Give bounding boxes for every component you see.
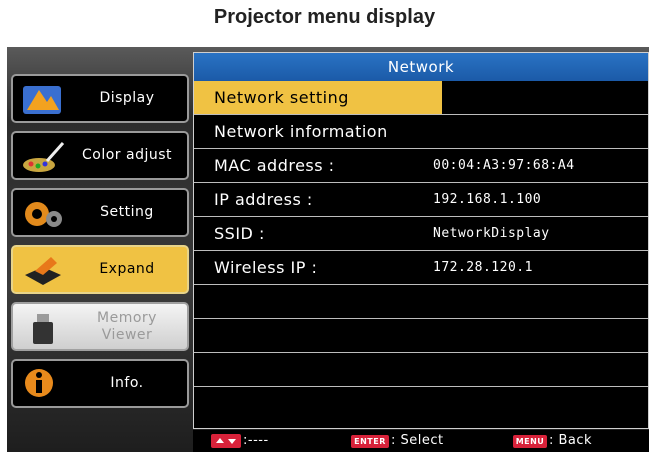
wireless-ip-value: 172.28.120.1 (433, 260, 533, 275)
ssid-value: NetworkDisplay (433, 226, 550, 241)
menu-hint-text: : Back (549, 433, 593, 448)
mac-address-row: MAC address : 00:04:A3:97:68:A4 (194, 149, 648, 183)
expand-icon (25, 257, 61, 285)
info-icon (25, 369, 53, 397)
sidebar-item-expand[interactable]: Expand (11, 245, 189, 294)
color-adjust-icon (23, 142, 65, 172)
network-panel: Network Network setting Network informat… (193, 52, 649, 429)
panel-title: Network (194, 53, 648, 81)
sidebar-item-label: Display (99, 90, 155, 106)
sidebar-item-label: Info. (110, 375, 144, 391)
empty-row (194, 387, 648, 421)
gear-icon (25, 202, 62, 227)
usb-drive-icon (33, 314, 53, 344)
sidebar-item-label: Expand (99, 261, 155, 277)
ip-address-row: IP address : 192.168.1.100 (194, 183, 648, 217)
network-information-row[interactable]: Network information (194, 115, 648, 149)
ip-address-value: 192.168.1.100 (433, 192, 542, 207)
up-down-arrows-icon (211, 434, 241, 448)
arrows-hint-text: :---- (243, 433, 269, 448)
sidebar-item-display[interactable]: Display (11, 74, 189, 123)
sidebar-item-label: Setting (100, 204, 154, 220)
empty-row (194, 285, 648, 319)
key-hint-bar: :---- ENTER : Select MENU : Back (193, 430, 649, 452)
enter-key-badge: ENTER (351, 435, 389, 448)
empty-row (194, 353, 648, 387)
row-label: IP address : (214, 190, 313, 209)
mac-address-value: 00:04:A3:97:68:A4 (433, 158, 575, 173)
page-caption: Projector menu display (213, 6, 436, 28)
sidebar-item-label: Memory Viewer (97, 309, 157, 343)
row-label: MAC address : (214, 156, 335, 175)
sidebar-item-setting[interactable]: Setting (11, 188, 189, 237)
network-setting-row[interactable]: Network setting (194, 81, 648, 115)
row-label: Network setting (214, 88, 349, 107)
row-label: SSID : (214, 224, 265, 243)
sidebar-item-memory-viewer: Memory Viewer (11, 302, 189, 351)
sidebar-item-label: Color adjust (81, 147, 172, 163)
sidebar-item-info[interactable]: Info. (11, 359, 189, 408)
row-label: Wireless IP : (214, 258, 318, 277)
ssid-row: SSID : NetworkDisplay (194, 217, 648, 251)
menu-key-badge: MENU (513, 435, 547, 448)
row-label: Network information (214, 122, 388, 141)
sidebar-item-color-adjust[interactable]: Color adjust (11, 131, 189, 180)
display-icon (23, 86, 61, 114)
enter-hint-text: : Select (391, 433, 444, 448)
wireless-ip-row: Wireless IP : 172.28.120.1 (194, 251, 648, 285)
projector-screen: Display Color adjust Setting Expand Memo… (7, 47, 649, 452)
empty-row (194, 319, 648, 353)
